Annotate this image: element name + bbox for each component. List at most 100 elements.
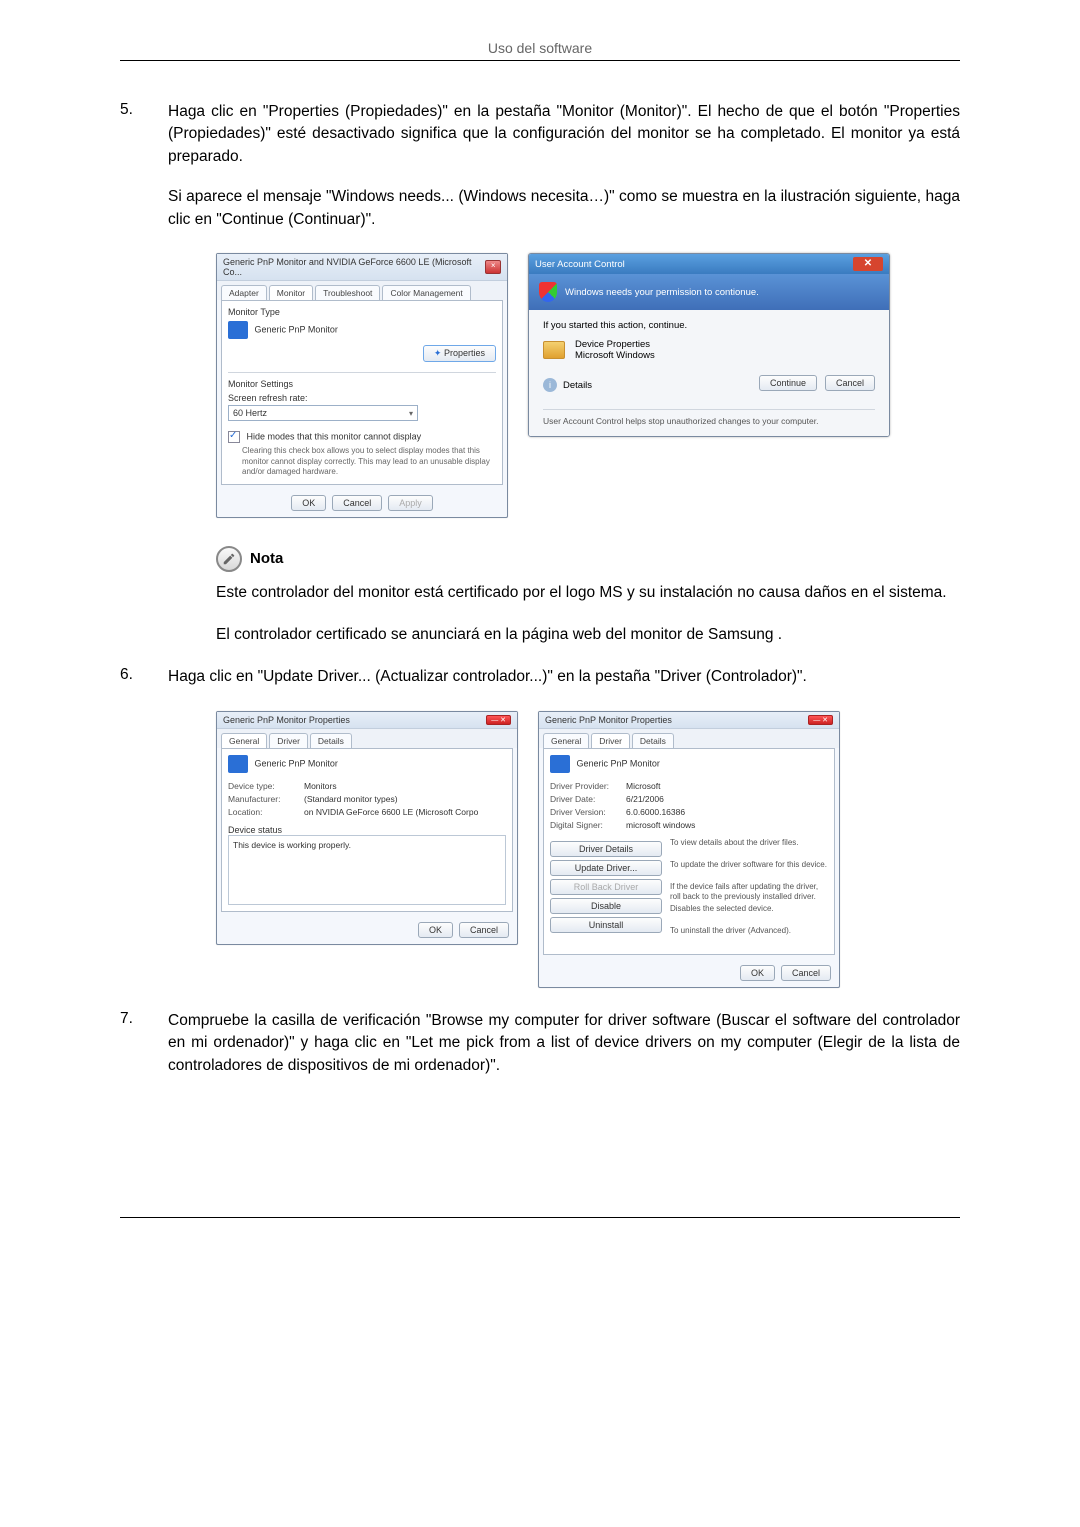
- monitor-icon: [550, 755, 570, 773]
- close-icon[interactable]: — ✕: [808, 715, 833, 725]
- step-5-number: 5.: [120, 101, 133, 119]
- uac-details-link[interactable]: Details: [563, 380, 592, 391]
- driver-version-label: Driver Version:: [550, 807, 620, 817]
- digital-signer-value: microsoft windows: [626, 820, 695, 830]
- location-value: on NVIDIA GeForce 6600 LE (Microsoft Cor…: [304, 807, 478, 817]
- program-icon: [543, 341, 565, 359]
- uac-dialog: User Account Control ✕ Windows needs you…: [528, 253, 890, 437]
- chevron-down-icon: ▾: [409, 409, 413, 418]
- monitor-icon: [228, 321, 248, 339]
- monitor-type-label: Monitor Type: [228, 307, 496, 317]
- step-7-text: Compruebe la casilla de verificación "Br…: [168, 1010, 960, 1077]
- tab-strip: Adapter Monitor Troubleshoot Color Manag…: [217, 281, 507, 300]
- tab-general[interactable]: General: [543, 733, 589, 748]
- monitor-settings-label: Monitor Settings: [228, 372, 496, 389]
- apply-button[interactable]: Apply: [388, 495, 433, 511]
- uninstall-desc: To uninstall the driver (Advanced).: [670, 926, 828, 948]
- cancel-button[interactable]: Cancel: [332, 495, 382, 511]
- rollback-driver-desc: If the device fails after updating the d…: [670, 882, 828, 904]
- continue-button[interactable]: Continue: [759, 375, 817, 391]
- manufacturer-value: (Standard monitor types): [304, 794, 398, 804]
- cancel-button[interactable]: Cancel: [825, 375, 875, 391]
- hide-modes-checkbox[interactable]: [228, 431, 240, 443]
- info-icon: i: [543, 378, 557, 392]
- nota-heading: Nota: [216, 546, 960, 572]
- ok-button[interactable]: OK: [418, 922, 453, 938]
- step-6-number: 6.: [120, 666, 133, 684]
- ok-button[interactable]: OK: [291, 495, 326, 511]
- manufacturer-label: Manufacturer:: [228, 794, 298, 804]
- driver-details-desc: To view details about the driver files.: [670, 838, 828, 860]
- close-icon[interactable]: ×: [485, 260, 501, 274]
- hide-modes-label: Hide modes that this monitor cannot disp…: [247, 432, 422, 442]
- properties-button[interactable]: ✦ Properties: [423, 345, 496, 362]
- location-label: Location:: [228, 807, 298, 817]
- device-status-box: This device is working properly.: [228, 835, 506, 905]
- monitor-name: Generic PnP Monitor: [255, 325, 338, 335]
- tab-monitor[interactable]: Monitor: [269, 285, 313, 300]
- driver-date-value: 6/21/2006: [626, 794, 664, 804]
- step-5-text-2: Si aparece el mensaje "Windows needs... …: [168, 186, 960, 231]
- dialog-titlebar: Generic PnP Monitor Properties — ✕: [217, 712, 517, 729]
- figure-row-1: Generic PnP Monitor and NVIDIA GeForce 6…: [216, 253, 960, 517]
- nota-text-2: El controlador certificado se anunciará …: [216, 624, 960, 646]
- driver-provider-value: Microsoft: [626, 781, 660, 791]
- uac-started-text: If you started this action, continue.: [543, 320, 875, 331]
- uac-title-text: User Account Control: [535, 259, 625, 270]
- device-type-value: Monitors: [304, 781, 337, 791]
- tab-troubleshoot[interactable]: Troubleshoot: [315, 285, 380, 300]
- uac-footer-text: User Account Control helps stop unauthor…: [543, 409, 875, 426]
- cancel-button[interactable]: Cancel: [459, 922, 509, 938]
- device-name: Generic PnP Monitor: [577, 758, 660, 768]
- digital-signer-label: Digital Signer:: [550, 820, 620, 830]
- driver-props-general-dialog: Generic PnP Monitor Properties — ✕ Gener…: [216, 711, 518, 945]
- step-7: 7. Compruebe la casilla de verificación …: [120, 1010, 960, 1077]
- note-icon: [216, 546, 242, 572]
- tab-details[interactable]: Details: [310, 733, 352, 748]
- footer-rule: [120, 1217, 960, 1218]
- uac-titlebar: User Account Control ✕: [529, 254, 889, 274]
- figure-row-2: Generic PnP Monitor Properties — ✕ Gener…: [216, 711, 960, 988]
- tab-adapter[interactable]: Adapter: [221, 285, 267, 300]
- device-type-label: Device type:: [228, 781, 298, 791]
- uac-program-name: Device Properties: [575, 339, 655, 350]
- disable-button[interactable]: Disable: [550, 898, 662, 914]
- header-rule: [120, 60, 960, 61]
- rollback-driver-button[interactable]: Roll Back Driver: [550, 879, 662, 895]
- driver-version-value: 6.0.6000.16386: [626, 807, 685, 817]
- tab-details[interactable]: Details: [632, 733, 674, 748]
- uac-banner: Windows needs your permission to contion…: [529, 274, 889, 310]
- nota-text-1: Este controlador del monitor está certif…: [216, 582, 960, 604]
- refresh-rate-value: 60 Hertz: [233, 408, 267, 418]
- tab-driver[interactable]: Driver: [591, 733, 630, 748]
- device-name: Generic PnP Monitor: [255, 758, 338, 768]
- close-icon[interactable]: ✕: [853, 257, 883, 271]
- tab-color-management[interactable]: Color Management: [382, 285, 470, 300]
- dialog-titlebar: Generic PnP Monitor Properties — ✕: [539, 712, 839, 729]
- refresh-rate-select[interactable]: 60 Hertz ▾: [228, 405, 418, 421]
- page-header: Uso del software: [120, 30, 960, 60]
- shield-icon: [539, 282, 557, 302]
- update-driver-button[interactable]: Update Driver...: [550, 860, 662, 876]
- step-5: 5. Haga clic en "Properties (Propiedades…: [120, 101, 960, 646]
- hide-modes-desc: Clearing this check box allows you to se…: [242, 446, 496, 477]
- ok-button[interactable]: OK: [740, 965, 775, 981]
- uac-publisher: Microsoft Windows: [575, 350, 655, 361]
- dialog-title-text: Generic PnP Monitor Properties: [223, 715, 350, 725]
- update-driver-desc: To update the driver software for this d…: [670, 860, 828, 882]
- driver-details-button[interactable]: Driver Details: [550, 841, 662, 857]
- uac-banner-text: Windows needs your permission to contion…: [565, 287, 759, 298]
- tab-driver[interactable]: Driver: [269, 733, 308, 748]
- cancel-button[interactable]: Cancel: [781, 965, 831, 981]
- step-6-text: Haga clic en "Update Driver... (Actualiz…: [168, 666, 960, 688]
- uninstall-button[interactable]: Uninstall: [550, 917, 662, 933]
- dialog-title-text: Generic PnP Monitor Properties: [545, 715, 672, 725]
- close-icon[interactable]: — ✕: [486, 715, 511, 725]
- device-status-label: Device status: [228, 825, 506, 835]
- tab-general[interactable]: General: [221, 733, 267, 748]
- nota-label: Nota: [250, 550, 283, 567]
- disable-desc: Disables the selected device.: [670, 904, 828, 926]
- step-6: 6. Haga clic en "Update Driver... (Actua…: [120, 666, 960, 987]
- dialog-titlebar: Generic PnP Monitor and NVIDIA GeForce 6…: [217, 254, 507, 281]
- driver-props-driver-dialog: Generic PnP Monitor Properties — ✕ Gener…: [538, 711, 840, 988]
